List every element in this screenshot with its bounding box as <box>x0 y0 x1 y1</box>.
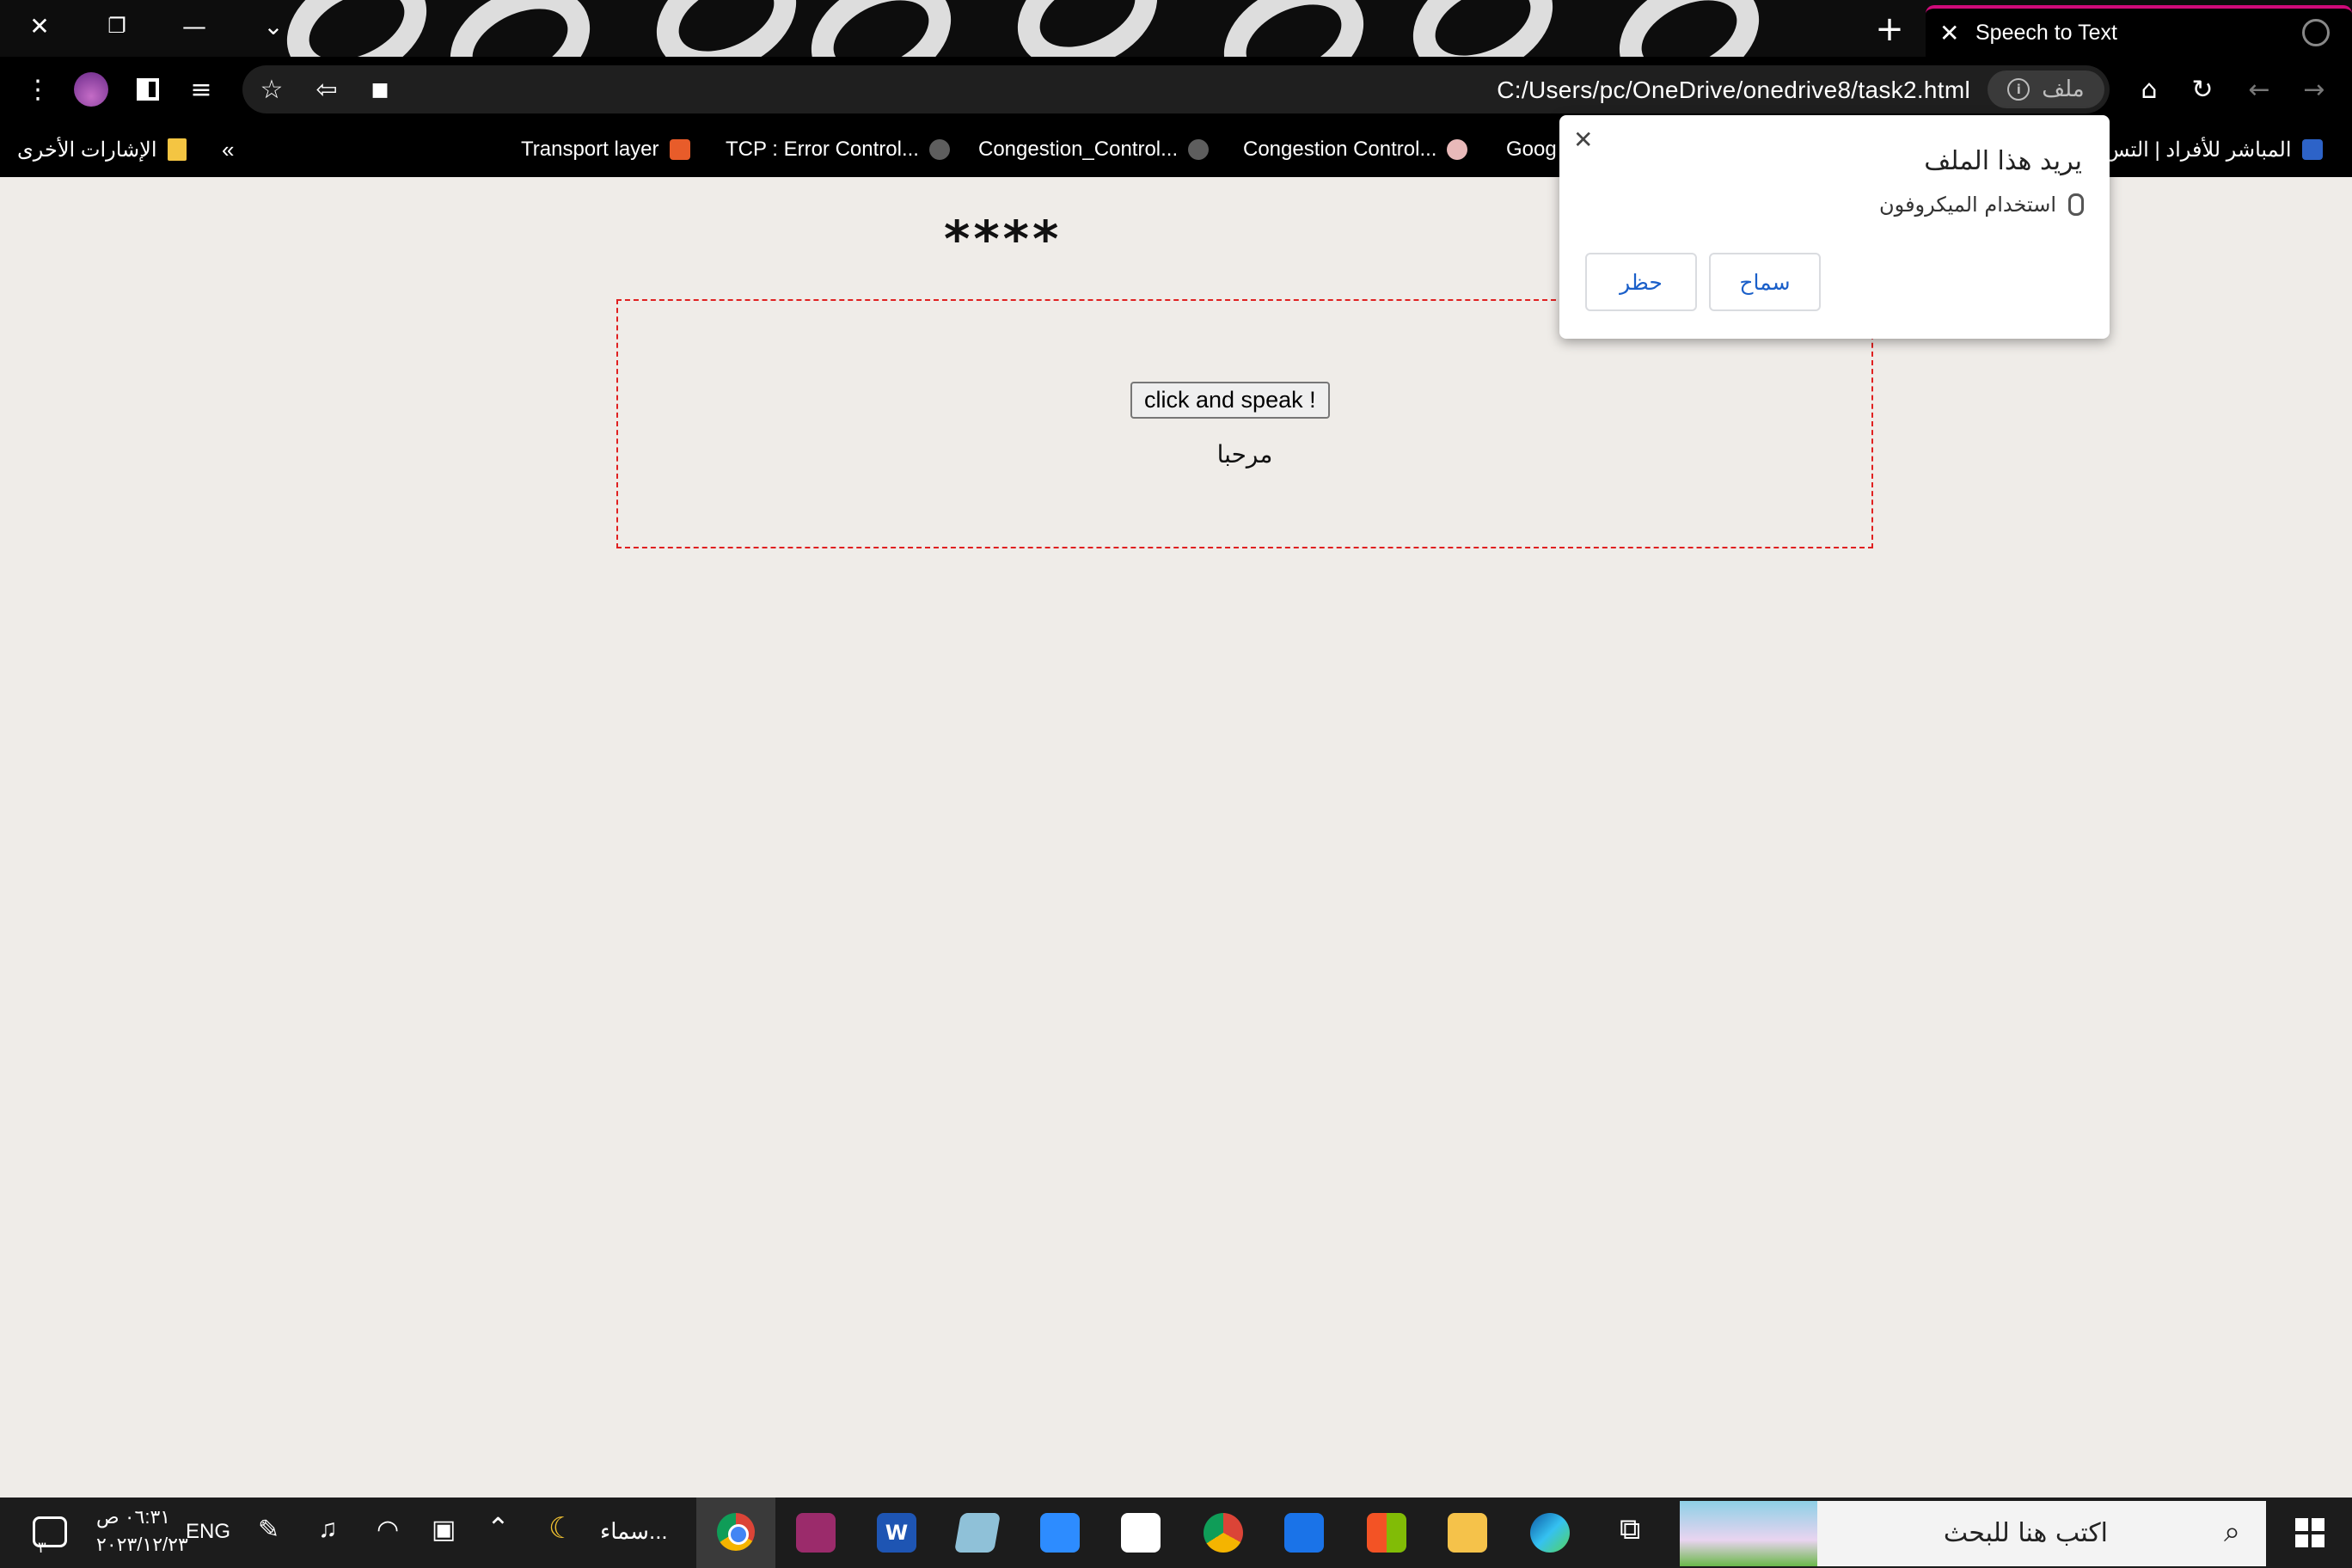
bookmark-label: Congestion_Control... <box>978 138 1179 161</box>
notification-count: ٣ <box>38 1539 46 1556</box>
tab-strip: ✕ ❐ — ⌄ + ✕ Speech to Text <box>0 0 2352 57</box>
background-decoration <box>1601 0 1778 57</box>
page-title: **** <box>944 210 1063 268</box>
back-icon[interactable]: ← <box>2242 72 2276 107</box>
new-tab-button[interactable]: + <box>1865 7 1914 52</box>
page-content: **** click and speak ! مرحبا <box>0 177 2352 1498</box>
transcript-text: مرحبا <box>1216 440 1273 469</box>
share-icon[interactable]: ⇦ <box>309 72 344 107</box>
bookmark-label: Transport layer <box>521 138 659 161</box>
bookmark-item[interactable]: TCP : Error Control... <box>726 132 950 167</box>
site-info-chip[interactable]: i ملف <box>1988 70 2104 108</box>
block-button[interactable]: حظر <box>1585 253 1697 311</box>
task-view-icon[interactable]: ⧉ <box>1620 1513 1640 1547</box>
background-decoration <box>432 0 609 57</box>
background-decoration <box>793 0 970 57</box>
edge-icon[interactable] <box>1530 1513 1570 1553</box>
chevron-up-icon[interactable]: ⌃ <box>487 1511 510 1544</box>
bookmark-favicon-icon <box>669 139 690 160</box>
microphone-permission-popup: ✕ يريد هذا الملف استخدام الميكروفون سماح… <box>1559 115 2110 339</box>
background-decoration <box>999 0 1176 57</box>
window-close-icon[interactable]: ✕ <box>14 0 65 52</box>
permission-row: استخدام الميكروفون <box>1879 193 2084 217</box>
taskbar: ٣ ٠٦:٣١ ص ٢٠٢٣/١٢/٢٣ ENG ✎ ♫ ◠ ▣ ⌃ ☾ سما… <box>0 1498 2352 1568</box>
tab-title: Speech to Text <box>1975 20 2117 45</box>
bookmark-item[interactable]: Congestion_Control... <box>978 132 1210 167</box>
bookmark-item[interactable]: المباشر للأفراد | التس <box>2104 132 2323 167</box>
microphone-icon <box>2068 193 2084 216</box>
weather-label[interactable]: سماء... <box>600 1518 668 1545</box>
word-icon[interactable]: W <box>877 1513 916 1553</box>
clock-time[interactable]: ٠٦:٣١ ص <box>96 1506 170 1528</box>
allow-button[interactable]: سماح <box>1709 253 1821 311</box>
site-chip-label: ملف <box>2042 77 2085 102</box>
background-decoration <box>638 0 815 57</box>
media-control-icon[interactable]: ≡ <box>184 72 218 107</box>
permission-text: استخدام الميكروفون <box>1879 193 2056 217</box>
search-highlight-image[interactable] <box>1680 1501 1817 1566</box>
window-minimize-icon[interactable]: — <box>168 0 220 52</box>
meet-now-icon[interactable]: ▣ <box>432 1515 456 1545</box>
bookmarks-overflow-button[interactable]: « <box>222 132 234 167</box>
zoom-icon[interactable] <box>1040 1513 1080 1553</box>
brain-icon <box>1447 139 1468 160</box>
camera-icon[interactable]: ■ <box>363 72 397 107</box>
chrome-icon[interactable] <box>1204 1513 1243 1553</box>
bookmark-item[interactable]: Congestion Control... <box>1243 132 1468 167</box>
forward-icon[interactable]: → <box>2297 72 2331 107</box>
bookmark-label: TCP : Error Control... <box>726 138 919 161</box>
url-text[interactable]: C:/Users/pc/OneDrive/onedrive8/task2.htm… <box>1497 77 1970 104</box>
bookmark-item[interactable]: Goog <box>1506 132 1557 167</box>
bookmark-star-icon[interactable]: ☆ <box>254 72 289 107</box>
menu-kebab-icon[interactable]: ⋮ <box>21 72 55 107</box>
globe-icon <box>928 139 950 160</box>
globe-icon <box>1188 139 1210 160</box>
search-box[interactable]: ⌕ اكتب هنا للبحث <box>1817 1501 2266 1566</box>
reload-icon[interactable]: ↻ <box>2185 72 2220 107</box>
tab-close-icon[interactable]: ✕ <box>1939 19 1959 47</box>
bookmark-label: Goog <box>1506 138 1557 161</box>
language-indicator[interactable]: ENG <box>186 1520 230 1544</box>
background-decoration <box>1394 0 1571 57</box>
start-button[interactable] <box>2269 1498 2352 1568</box>
other-bookmarks-label: الإشارات الأخرى <box>17 138 157 162</box>
network-icon[interactable]: ◠ <box>377 1515 399 1545</box>
bookmark-item[interactable]: Transport layer <box>521 132 690 167</box>
address-bar[interactable]: ☆ ⇦ ■ C:/Users/pc/OneDrive/onedrive8/tas… <box>242 65 2110 113</box>
file-explorer-icon[interactable] <box>1448 1513 1487 1553</box>
chrome-taskbar-active[interactable] <box>696 1498 775 1568</box>
other-bookmarks[interactable]: الإشارات الأخرى <box>17 132 187 167</box>
home-icon[interactable]: ⌂ <box>2132 72 2166 107</box>
bank-icon <box>2301 139 2323 160</box>
winrar-icon[interactable] <box>796 1513 836 1553</box>
clock-date[interactable]: ٢٠٢٣/١٢/٢٣ <box>96 1534 188 1556</box>
notes-icon[interactable] <box>953 1513 1001 1553</box>
bookmark-label: Congestion Control... <box>1243 138 1437 161</box>
tab-speech-to-text[interactable]: ✕ Speech to Text <box>1926 5 2352 57</box>
search-icon: ⌕ <box>2223 1515 2240 1549</box>
chrome-center <box>728 1524 749 1545</box>
windows-icon <box>2294 1516 2328 1549</box>
tab-search-chevron-icon[interactable]: ⌄ <box>248 0 299 52</box>
bookmark-label: المباشر للأفراد | التس <box>2104 138 2292 162</box>
profile-avatar[interactable] <box>74 72 108 107</box>
mail-icon[interactable] <box>1284 1513 1324 1553</box>
paint-icon[interactable] <box>1121 1513 1161 1553</box>
store-icon[interactable] <box>1367 1513 1406 1553</box>
close-icon[interactable]: ✕ <box>1573 126 1593 154</box>
permission-title: يريد هذا الملف <box>1924 146 2082 176</box>
info-icon: i <box>2007 78 2030 101</box>
window-restore-icon[interactable]: ❐ <box>91 0 143 52</box>
side-panel-icon[interactable] <box>131 72 165 107</box>
background-decoration <box>1205 0 1382 57</box>
browser-toolbar: ⋮ ≡ ☆ ⇦ ■ C:/Users/pc/OneDrive/onedrive8… <box>0 57 2352 122</box>
pen-icon[interactable]: ✎ <box>258 1515 279 1545</box>
search-placeholder: اكتب هنا للبحث <box>1943 1518 2108 1548</box>
click-and-speak-button[interactable]: click and speak ! <box>1130 382 1330 419</box>
moon-icon: ☾ <box>548 1512 575 1545</box>
globe-icon <box>2302 19 2330 46</box>
volume-icon[interactable]: ♫ <box>318 1515 338 1544</box>
folder-icon <box>167 138 187 161</box>
